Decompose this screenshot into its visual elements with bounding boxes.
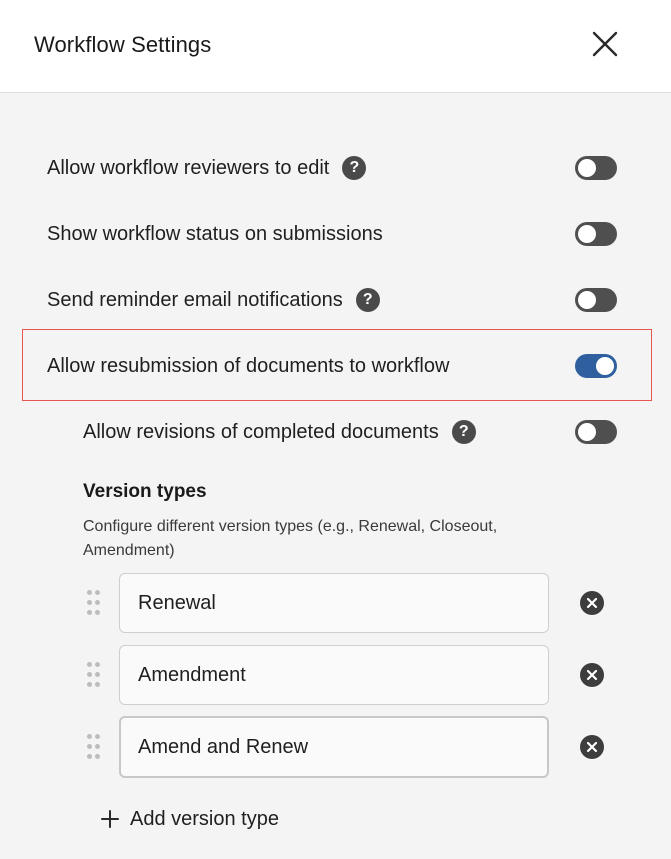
version-types-title: Version types <box>83 481 207 502</box>
remove-icon <box>586 669 598 681</box>
help-icon[interactable]: ? <box>342 156 367 180</box>
setting-row-revisions: Allow revisions of completed documents ? <box>83 412 476 452</box>
dialog-title: Workflow Settings <box>34 32 212 57</box>
help-icon[interactable]: ? <box>451 420 476 444</box>
version-type-input[interactable] <box>119 573 549 633</box>
setting-label: Allow revisions of completed documents <box>83 420 439 443</box>
setting-label: Allow workflow reviewers to edit <box>47 156 330 179</box>
toggle-reviewers-edit[interactable] <box>575 156 617 180</box>
plus-icon <box>101 810 119 828</box>
toggle-show-status[interactable] <box>575 222 617 246</box>
toggle-reminder-email[interactable] <box>575 288 617 312</box>
toggle-knob <box>596 357 614 375</box>
setting-label: Show workflow status on submissions <box>47 222 383 245</box>
add-version-type-button[interactable]: Add version type <box>100 802 279 836</box>
remove-version-button[interactable] <box>580 591 604 615</box>
toggle-resubmission[interactable] <box>575 354 617 378</box>
drag-handle-icon[interactable] <box>87 734 103 760</box>
version-types-description: Configure different version types (e.g.,… <box>83 518 498 559</box>
help-icon[interactable]: ? <box>355 288 380 312</box>
setting-row-reminder-email: Send reminder email notifications ? <box>47 280 380 320</box>
setting-row-reviewers-edit: Allow workflow reviewers to edit ? <box>47 148 367 188</box>
toggle-revisions[interactable] <box>575 420 617 444</box>
setting-row-resubmission: Allow resubmission of documents to workf… <box>47 346 449 386</box>
setting-label: Send reminder email notifications <box>47 288 343 311</box>
toggle-knob <box>578 423 596 441</box>
toggle-knob <box>578 291 596 309</box>
remove-version-button[interactable] <box>580 735 604 759</box>
setting-label: Allow resubmission of documents to workf… <box>47 354 450 377</box>
version-type-input[interactable] <box>119 716 549 778</box>
close-icon <box>592 31 618 57</box>
setting-row-show-status: Show workflow status on submissions <box>47 214 383 254</box>
toggle-knob <box>578 225 596 243</box>
add-version-type-label: Add version type <box>130 807 279 830</box>
remove-version-button[interactable] <box>580 663 604 687</box>
dialog-header: Workflow Settings <box>0 0 671 93</box>
toggle-knob <box>578 159 596 177</box>
version-type-input[interactable] <box>119 645 549 705</box>
close-button[interactable] <box>588 28 622 62</box>
remove-icon <box>586 741 598 753</box>
drag-handle-icon[interactable] <box>87 590 103 616</box>
remove-icon <box>586 597 598 609</box>
drag-handle-icon[interactable] <box>87 662 103 688</box>
